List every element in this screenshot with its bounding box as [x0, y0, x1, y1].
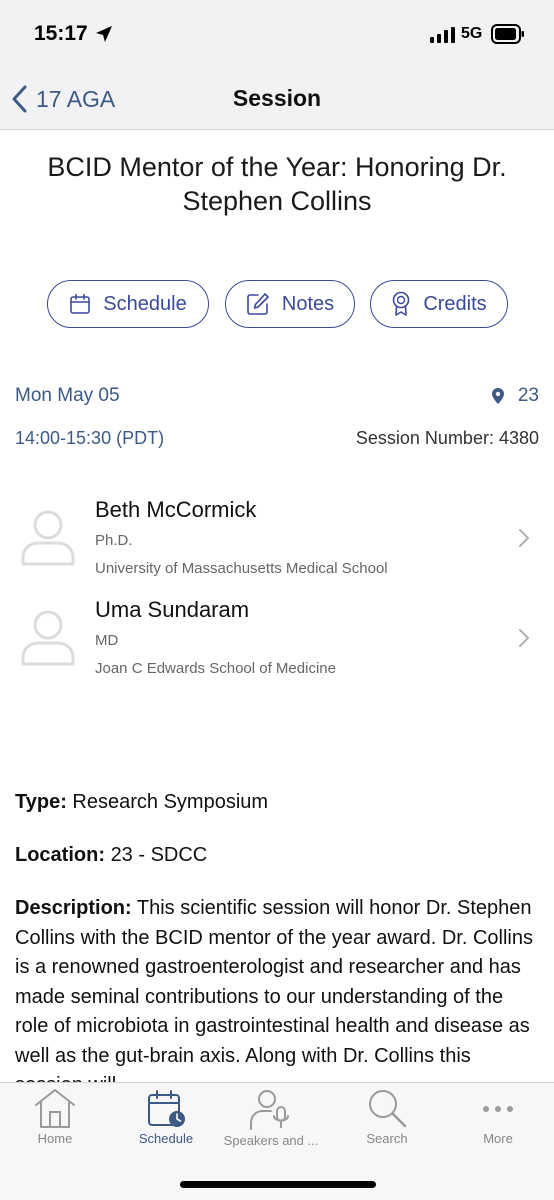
credits-button-label: Credits	[423, 292, 487, 315]
location-field: Location: 23 - SDCC	[15, 841, 535, 871]
navigation-bar: 17 AGA Session	[0, 68, 554, 130]
session-room[interactable]: 23	[491, 385, 539, 407]
tab-speakers-label: Speakers and ...	[223, 1133, 319, 1148]
location-label: Location:	[15, 844, 105, 866]
speaker-row[interactable]: Uma Sundaram MD Joan C Edwards School of…	[0, 592, 554, 688]
tab-home[interactable]: Home	[0, 1083, 110, 1163]
signal-icon	[430, 27, 455, 43]
tab-home-label: Home	[37, 1131, 73, 1146]
tab-schedule-label: Schedule	[138, 1131, 194, 1146]
type-value: Research Symposium	[72, 791, 269, 813]
credits-button[interactable]: Credits	[370, 280, 508, 328]
session-time: 14:00-15:30 (PDT)	[15, 428, 165, 448]
calendar-icon	[70, 293, 91, 314]
chevron-right-icon	[519, 529, 529, 547]
session-number: Session Number: 4380	[355, 428, 539, 448]
location-value: 23 - SDCC	[110, 844, 208, 866]
chevron-right-icon	[519, 629, 529, 647]
tab-schedule[interactable]: Schedule	[111, 1083, 221, 1163]
search-icon	[369, 1090, 407, 1128]
tab-more[interactable]: More	[443, 1083, 553, 1163]
user-avatar-icon	[21, 510, 75, 566]
description-value: This scientific session will honor Dr. S…	[15, 897, 533, 1082]
schedule-button[interactable]: Schedule	[47, 280, 209, 328]
status-time: 15:17	[34, 22, 88, 45]
session-date: Mon May 05	[15, 385, 120, 406]
map-pin-icon	[491, 388, 504, 404]
tab-search[interactable]: Search	[332, 1083, 442, 1163]
speaker-organization: University of Massachusetts Medical Scho…	[95, 560, 388, 577]
notes-button-label: Notes	[281, 292, 335, 315]
type-field: Type: Research Symposium	[15, 788, 535, 818]
home-indicator	[180, 1181, 376, 1188]
speaker-row[interactable]: Beth McCormick Ph.D. University of Massa…	[0, 492, 554, 588]
notes-button[interactable]: Notes	[225, 280, 355, 328]
speaker-degree: Ph.D.	[95, 532, 133, 549]
battery-icon	[491, 24, 524, 44]
speaker-degree: MD	[95, 632, 119, 649]
tab-more-label: More	[483, 1131, 513, 1146]
award-ribbon-icon	[393, 291, 410, 316]
speaker-name: Beth McCormick	[95, 497, 257, 522]
user-avatar-icon	[21, 610, 75, 666]
schedule-button-label: Schedule	[103, 292, 187, 315]
home-icon	[35, 1089, 75, 1128]
calendar-clock-icon	[148, 1090, 185, 1127]
tab-search-label: Search	[366, 1131, 408, 1146]
session-title: BCID Mentor of the Year: Honoring Dr. St…	[47, 152, 507, 216]
network-type: 5G	[461, 25, 483, 42]
type-label: Type:	[15, 791, 67, 813]
page-title: Session	[232, 85, 322, 111]
tab-speakers[interactable]: Speakers and ...	[216, 1083, 326, 1163]
session-room-number: 23	[517, 385, 539, 406]
speaker-organization: Joan C Edwards School of Medicine	[95, 660, 336, 677]
more-dots-icon	[483, 1106, 513, 1112]
description-label: Description:	[15, 897, 132, 919]
location-arrow-icon	[96, 26, 112, 42]
description-field: Description: This scientific session wil…	[15, 894, 535, 1082]
speaker-microphone-icon	[250, 1090, 289, 1130]
status-bar: 15:17 5G	[0, 0, 554, 68]
speaker-name: Uma Sundaram	[95, 597, 250, 622]
edit-note-icon	[247, 293, 269, 315]
